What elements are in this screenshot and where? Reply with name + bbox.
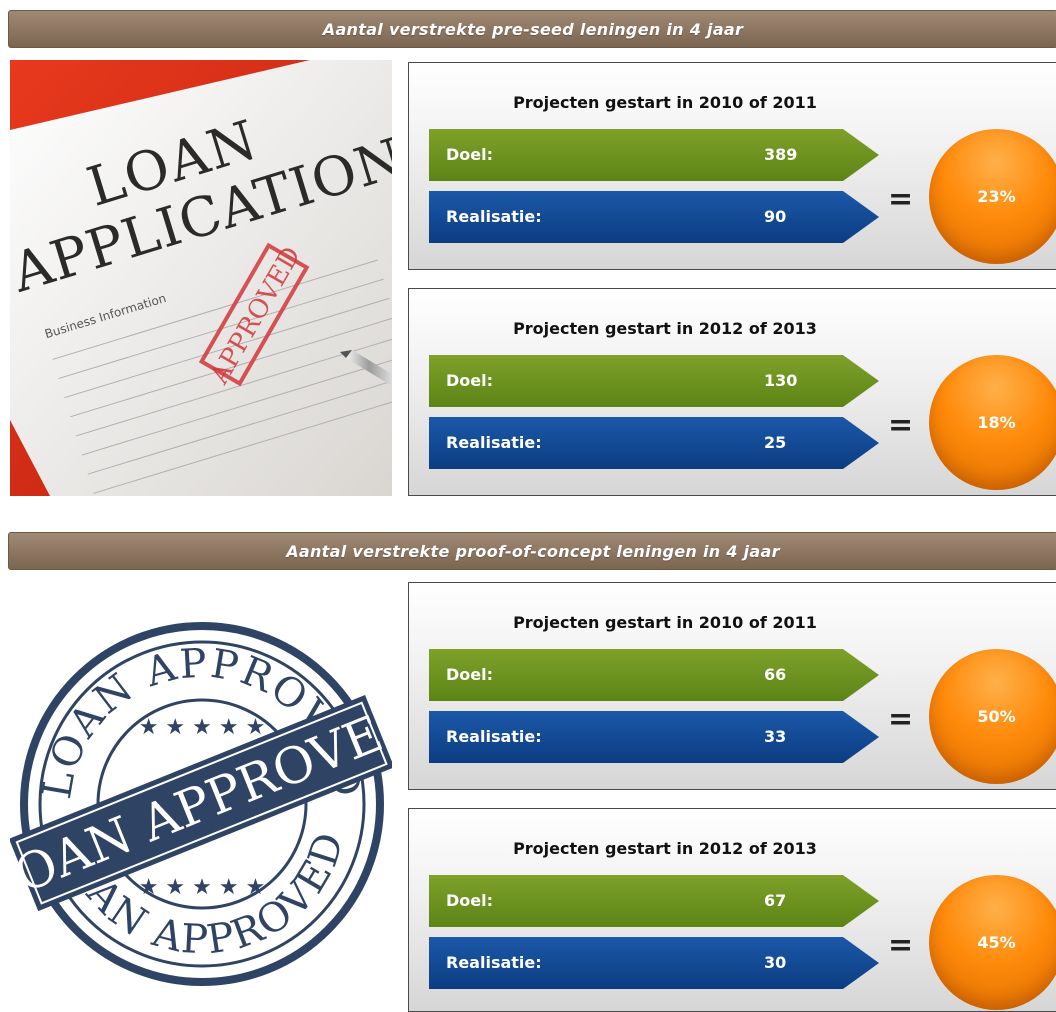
- loan-approved-stamp-illustration: LOAN APPROVED LOAN APPROVED ★ ★ ★ ★ ★ ★ …: [10, 622, 392, 986]
- panel-title: Projecten gestart in 2012 of 2013: [513, 319, 817, 338]
- goal-bar: Doel: 67: [429, 875, 879, 927]
- goal-value: 130: [764, 371, 798, 390]
- realisation-label: Realisatie:: [446, 727, 542, 746]
- stars-top: ★ ★ ★ ★ ★: [139, 715, 266, 740]
- realisation-bar: Realisatie: 25: [429, 417, 879, 469]
- panel-preseed-2010-2011: Projecten gestart in 2010 of 2011 Doel: …: [408, 62, 1056, 270]
- goal-label: Doel:: [446, 665, 494, 684]
- percentage-circle: 45%: [929, 875, 1056, 1010]
- goal-value: 389: [764, 145, 798, 164]
- goal-bar: Doel: 130: [429, 355, 879, 407]
- goal-label: Doel:: [446, 145, 494, 164]
- realisation-value: 25: [764, 433, 787, 452]
- goal-value: 66: [764, 665, 787, 684]
- realisation-label: Realisatie:: [446, 433, 542, 452]
- goal-bar: Doel: 389: [429, 129, 879, 181]
- stars-bottom: ★ ★ ★ ★ ★: [139, 875, 266, 900]
- panel-poc-2010-2011: Projecten gestart in 2010 of 2011 Doel: …: [408, 582, 1056, 790]
- panel-title: Projecten gestart in 2010 of 2011: [513, 93, 817, 112]
- percentage-circle: 23%: [929, 129, 1056, 264]
- realisation-bar: Realisatie: 30: [429, 937, 879, 989]
- section-header-pre-seed: Aantal verstrekte pre-seed leningen in 4…: [8, 10, 1056, 48]
- percentage-circle: 50%: [929, 649, 1056, 784]
- section-header-proof-of-concept: Aantal verstrekte proof-of-concept lenin…: [8, 532, 1056, 570]
- equals-sign: =: [888, 182, 914, 217]
- section-title: Aantal verstrekte pre-seed leningen in 4…: [322, 19, 744, 39]
- panel-poc-2012-2013: Projecten gestart in 2012 of 2013 Doel: …: [408, 808, 1056, 1012]
- equals-sign: =: [888, 928, 914, 963]
- panel-title: Projecten gestart in 2010 of 2011: [513, 613, 817, 632]
- realisation-label: Realisatie:: [446, 207, 542, 226]
- realisation-bar: Realisatie: 33: [429, 711, 879, 763]
- percentage-circle: 18%: [929, 355, 1056, 490]
- goal-value: 67: [764, 891, 787, 910]
- realisation-label: Realisatie:: [446, 953, 542, 972]
- section-title: Aantal verstrekte proof-of-concept lenin…: [286, 541, 780, 561]
- loan-approved-stamp-image: LOAN APPROVED LOAN APPROVED ★ ★ ★ ★ ★ ★ …: [10, 584, 392, 1012]
- goal-label: Doel:: [446, 371, 494, 390]
- goal-bar: Doel: 66: [429, 649, 879, 701]
- equals-sign: =: [888, 702, 914, 737]
- panel-title: Projecten gestart in 2012 of 2013: [513, 839, 817, 858]
- realisation-bar: Realisatie: 90: [429, 191, 879, 243]
- panel-preseed-2012-2013: Projecten gestart in 2012 of 2013 Doel: …: [408, 288, 1056, 496]
- realisation-value: 33: [764, 727, 787, 746]
- goal-label: Doel:: [446, 891, 494, 910]
- equals-sign: =: [888, 408, 914, 443]
- realisation-value: 90: [764, 207, 787, 226]
- realisation-value: 30: [764, 953, 787, 972]
- loan-application-illustration: LOAN APPLICATION Business Information AP…: [10, 60, 392, 496]
- loan-application-photo: LOAN APPLICATION Business Information AP…: [10, 60, 392, 496]
